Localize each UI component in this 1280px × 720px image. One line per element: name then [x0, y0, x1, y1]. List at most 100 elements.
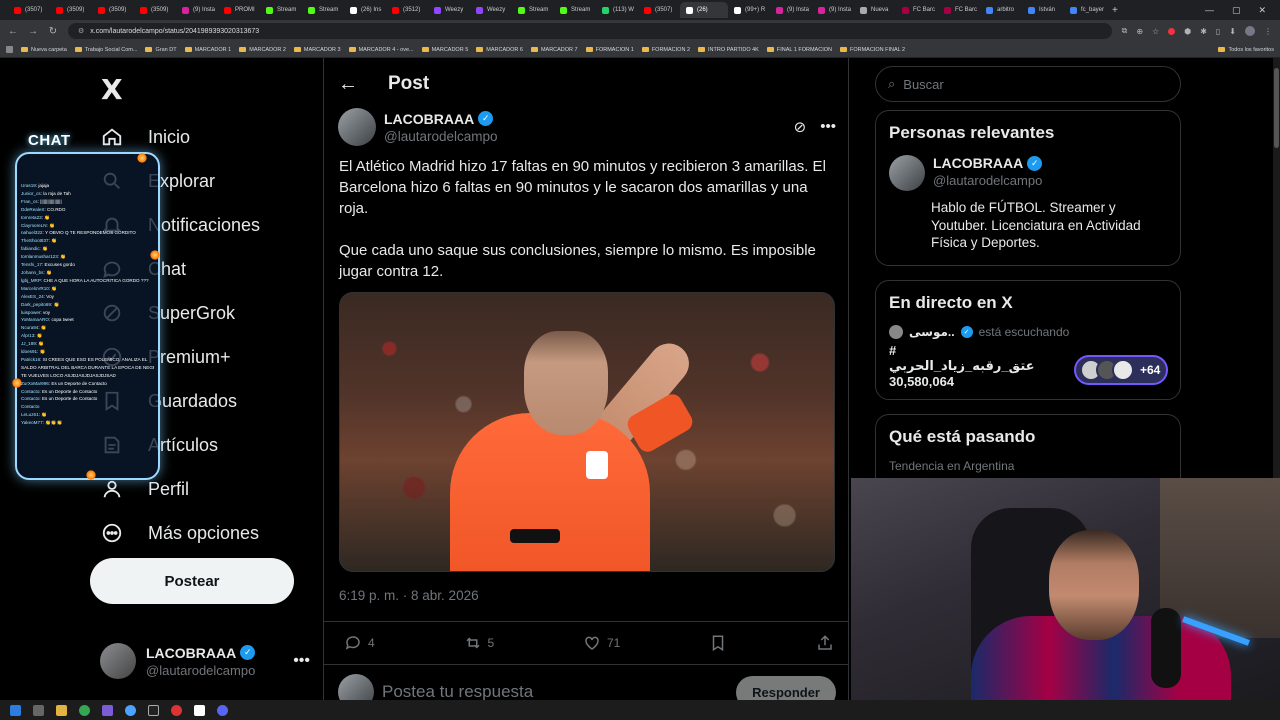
like-button[interactable]: 71	[583, 634, 620, 652]
bookmark-item[interactable]: MARCADOR 3	[293, 47, 341, 53]
bookmark-item[interactable]: Nueva carpeta	[21, 47, 67, 53]
extension-icon[interactable]: ⬢	[1184, 27, 1191, 36]
maximize-icon[interactable]: ▢	[1232, 5, 1241, 16]
discord-icon[interactable]	[217, 704, 228, 716]
post-image[interactable]	[339, 292, 835, 572]
account-switcher[interactable]: LACOBRAAA ✓ @lautarodelcampo •••	[100, 643, 310, 679]
sidebar-item-m-s-opciones[interactable]: Más opciones	[96, 511, 260, 555]
relevant-user[interactable]: LACOBRAAA ✓ @lautarodelcampo	[876, 155, 1180, 191]
browser-tab[interactable]: Stream	[302, 2, 344, 18]
zoom-icon[interactable]: ⊕	[1136, 27, 1143, 36]
bookmark-item[interactable]: Gran DT	[145, 47, 177, 53]
grok-icon[interactable]: ⊘	[794, 118, 807, 136]
obs-icon[interactable]	[171, 704, 182, 716]
browser-tab[interactable]: (9) Insta	[176, 2, 218, 18]
app-icon[interactable]	[102, 704, 113, 716]
browser-tab[interactable]: (3509)	[134, 2, 176, 18]
folder-icon[interactable]	[56, 704, 67, 716]
reply-input[interactable]: Postea tu respuesta	[382, 682, 533, 702]
chrome-icon[interactable]	[79, 704, 90, 716]
minimize-icon[interactable]: —	[1205, 5, 1214, 16]
apps-icon[interactable]	[6, 46, 13, 53]
new-tab-icon[interactable]: +	[1106, 5, 1124, 16]
relevant-user-avatar[interactable]	[889, 155, 925, 191]
x-logo[interactable]: X	[101, 73, 123, 106]
bookmark-item[interactable]: MARCADOR 2	[239, 47, 286, 53]
post-more-icon[interactable]: •••	[820, 118, 836, 136]
bookmark-item[interactable]: FORMACION FINAL 2	[839, 47, 905, 53]
browser-tab[interactable]: Stream	[260, 2, 302, 18]
close-window-icon[interactable]: ✕	[1258, 5, 1266, 16]
browser-tab[interactable]: Stream	[554, 2, 596, 18]
author-handle[interactable]: @lautarodelcampo	[384, 129, 498, 144]
back-arrow-icon[interactable]: ←	[338, 73, 358, 96]
bookmark-item[interactable]: FORMACION 2	[641, 47, 690, 53]
reply-button[interactable]: 4	[344, 634, 375, 652]
task-view-icon[interactable]	[33, 704, 44, 716]
bookmark-item[interactable]: MARCADOR 5	[421, 47, 468, 53]
bookmark-item[interactable]: MARCADOR 7	[530, 47, 578, 53]
browser-tab[interactable]: (3507)	[638, 2, 680, 18]
site-info-icon[interactable]: ⚙	[78, 27, 84, 35]
browser-tab[interactable]: PROMI	[218, 2, 260, 18]
browser-tab[interactable]: (3509)	[92, 2, 134, 18]
forward-icon[interactable]: →	[28, 26, 38, 37]
bookmark-item[interactable]: MARCADOR 4 - ove...	[348, 47, 414, 53]
repost-button[interactable]: 5	[464, 634, 494, 652]
browser-tab[interactable]: (3507)	[8, 2, 50, 18]
bookmark-item[interactable]: FINAL 1 FORMACION	[766, 47, 832, 53]
browser-tab[interactable]: arbitro	[980, 2, 1022, 18]
browser-tab[interactable]: FC Barc	[896, 2, 938, 18]
sidepanel-icon[interactable]: ▯	[1216, 27, 1220, 36]
browser-tab[interactable]: (3509)	[50, 2, 92, 18]
browser-tab[interactable]: István	[1022, 2, 1064, 18]
author-avatar[interactable]	[338, 108, 376, 146]
live-card[interactable]: En directo en X موسی.. ✓ está escuchando…	[875, 280, 1181, 400]
bookmark-button[interactable]	[709, 634, 727, 652]
browser-tab[interactable]: (3512)	[386, 2, 428, 18]
author-name[interactable]: LACOBRAAA	[384, 111, 474, 127]
profile-avatar[interactable]	[1245, 26, 1255, 36]
download-icon[interactable]: ⬇	[1229, 27, 1236, 36]
bookmark-item[interactable]: MARCADOR 6	[476, 47, 523, 53]
back-icon[interactable]: ←	[8, 26, 18, 37]
browser-tab[interactable]: FC Barc	[938, 2, 980, 18]
relevant-user-handle[interactable]: @lautarodelcampo	[933, 173, 1042, 188]
url-field[interactable]: ⚙ x.com/lautarodelcampo/status/204198939…	[68, 23, 1112, 39]
browser-tab[interactable]: (99+) R	[728, 2, 770, 18]
all-bookmarks[interactable]: Todos los favoritos	[1218, 47, 1274, 53]
browser-tab[interactable]: (113) W	[596, 2, 638, 18]
bookmark-item[interactable]: MARCADOR 1	[184, 47, 231, 53]
puzzle-icon[interactable]: ✱	[1200, 27, 1207, 36]
scrollbar-thumb[interactable]	[1274, 68, 1279, 148]
post-button[interactable]: Postear	[90, 558, 294, 604]
browser-tab[interactable]: (26)	[680, 2, 728, 18]
share-button[interactable]	[816, 634, 834, 652]
bookmark-item[interactable]: INTRO PARTIDO 4K	[698, 47, 759, 53]
page-scrollbar[interactable]	[1273, 58, 1280, 478]
live-listeners-pill[interactable]: +64	[1074, 355, 1168, 385]
start-icon[interactable]	[10, 704, 21, 716]
browser-tab[interactable]: Weezy	[428, 2, 470, 18]
browser-tab[interactable]: (26) Ins	[344, 2, 386, 18]
browser-tab[interactable]: (9) Insta	[812, 2, 854, 18]
relevant-user-name[interactable]: LACOBRAAA	[933, 155, 1023, 171]
post-timestamp[interactable]: 6:19 p. m. · 8 abr. 2026	[339, 588, 479, 603]
app-icon[interactable]	[194, 704, 205, 716]
bookmark-item[interactable]: FORMACION 1	[585, 47, 634, 53]
browser-tab[interactable]: Stream	[512, 2, 554, 18]
install-icon[interactable]: ⧉	[1122, 26, 1128, 36]
bookmark-item[interactable]: Trabajo Social Com...	[74, 47, 137, 53]
app-icon[interactable]	[125, 704, 136, 716]
star-icon[interactable]: ☆	[1152, 27, 1159, 36]
browser-tab[interactable]: Weezy	[470, 2, 512, 18]
record-icon[interactable]	[1168, 27, 1176, 35]
browser-tab[interactable]: Nueva	[854, 2, 896, 18]
reload-icon[interactable]: ↻	[48, 26, 58, 37]
more-icon[interactable]: •••	[293, 652, 310, 670]
browser-tab[interactable]: (9) Insta	[770, 2, 812, 18]
browser-tab[interactable]: fc_bayer	[1064, 2, 1106, 18]
app-icon[interactable]	[148, 704, 159, 716]
menu-icon[interactable]: ⋮	[1264, 27, 1272, 36]
search-input[interactable]: ⌕ Buscar	[875, 66, 1181, 102]
